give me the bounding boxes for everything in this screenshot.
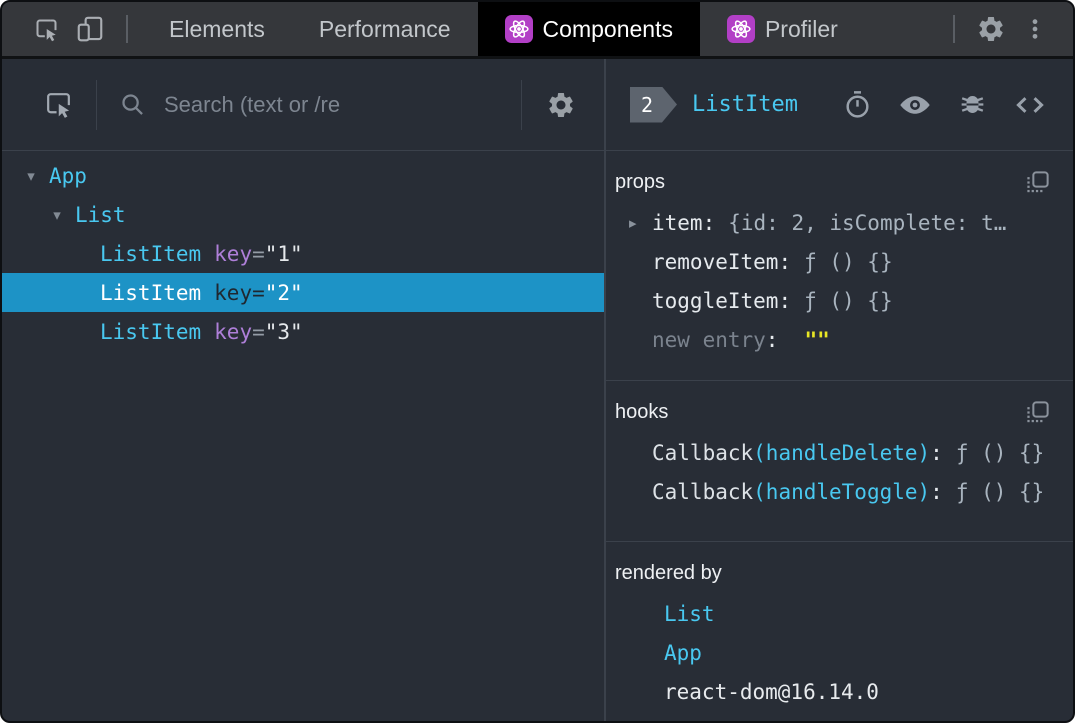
search-icon xyxy=(119,91,146,118)
key-attribute: key="3" xyxy=(214,319,303,344)
owner-link-list[interactable]: List xyxy=(615,594,1059,633)
prop-row-new-entry[interactable]: new entry: "" xyxy=(615,320,1059,359)
tree-row-listitem-2-selected[interactable]: ListItem key="2" xyxy=(2,273,604,312)
react-icon xyxy=(726,15,755,43)
props-title: props xyxy=(615,170,666,193)
hooks-title: hooks xyxy=(615,400,669,423)
bug-icon xyxy=(957,89,988,120)
prop-value: {id: 2, isComplete: t… xyxy=(728,210,1007,235)
details-actions xyxy=(842,88,1047,122)
hook-row-handletoggle: Callback (handleToggle): ƒ () {} xyxy=(652,479,1045,504)
key-attribute: key="2" xyxy=(214,280,303,305)
rendered-by-section: rendered by List App react-dom@16.14.0 xyxy=(606,542,1073,721)
settings-button[interactable] xyxy=(969,2,1013,56)
owner-link-app[interactable]: App xyxy=(615,633,1059,672)
tree-row-app[interactable]: ▾ App xyxy=(2,156,604,195)
copy-icon xyxy=(1024,169,1051,196)
prop-row-item[interactable]: ▸ item: {id: 2, isComplete: t… xyxy=(615,203,1059,242)
components-panel: ▾ App ▾ List ListItem key="1" ListItem k… xyxy=(2,59,1073,721)
component-tree: ▾ App ▾ List ListItem key="1" ListItem k… xyxy=(2,151,604,721)
device-toolbar-button[interactable] xyxy=(68,2,112,56)
tree-pane: ▾ App ▾ List ListItem key="1" ListItem k… xyxy=(2,59,606,721)
rendered-by-title: rendered by xyxy=(615,561,722,584)
eye-icon xyxy=(898,88,932,122)
toolbar-divider xyxy=(521,79,522,130)
tabbar-divider xyxy=(126,15,128,43)
inspect-cursor-icon xyxy=(33,16,60,43)
log-to-console-button[interactable] xyxy=(957,89,988,120)
key-attribute: key="1" xyxy=(214,241,303,266)
hook-value: ƒ () {} xyxy=(955,479,1045,504)
expand-arrow-icon[interactable]: ▸ xyxy=(629,214,652,232)
devtools-window: Elements Performance Components Profiler… xyxy=(0,0,1075,723)
component-name: ListItem xyxy=(100,241,202,266)
tab-performance[interactable]: Performance xyxy=(292,2,478,56)
suspend-toggle-button[interactable] xyxy=(842,89,873,120)
expand-arrow-icon[interactable]: ▾ xyxy=(50,206,64,224)
component-name: App xyxy=(49,163,87,188)
component-name: ListItem xyxy=(100,319,202,344)
tabbar-icon-group xyxy=(2,2,142,56)
inspect-cursor-icon xyxy=(43,89,74,120)
copy-props-button[interactable] xyxy=(1024,169,1051,196)
code-brackets-icon xyxy=(1013,88,1047,122)
react-icon xyxy=(504,15,533,43)
tab-label: Elements xyxy=(169,15,265,42)
inspect-element-button[interactable] xyxy=(24,2,68,56)
more-options-button[interactable] xyxy=(1013,2,1057,56)
component-name: List xyxy=(75,202,126,227)
tree-toolbar xyxy=(2,59,604,151)
component-name: ListItem xyxy=(100,280,202,305)
search-box xyxy=(97,90,521,119)
view-source-button[interactable] xyxy=(1013,88,1047,122)
tree-row-listitem-3[interactable]: ListItem key="3" xyxy=(2,312,604,351)
props-section: props ▸ item: {id: 2, isComplete: t… re… xyxy=(606,151,1073,381)
tabbar-right-group xyxy=(939,2,1073,56)
device-toolbar-icon xyxy=(75,14,105,44)
stopwatch-icon xyxy=(842,89,873,120)
prop-row-removeitem: removeItem: ƒ () {} xyxy=(652,249,893,274)
hook-value: ƒ () {} xyxy=(955,440,1045,465)
new-entry-value-input[interactable]: "" xyxy=(804,328,829,352)
tab-label: Performance xyxy=(318,15,451,42)
copy-icon xyxy=(1024,399,1051,426)
copy-hooks-button[interactable] xyxy=(1024,399,1051,426)
selected-component-name: ListItem xyxy=(692,92,798,117)
devtools-tabbar: Elements Performance Components Profiler xyxy=(2,2,1073,59)
search-input[interactable] xyxy=(162,90,521,119)
gear-icon xyxy=(546,90,576,120)
gear-icon xyxy=(976,14,1006,44)
renderer-version: react-dom@16.14.0 xyxy=(664,679,879,704)
tab-profiler[interactable]: Profiler xyxy=(700,2,865,56)
tab-components[interactable]: Components xyxy=(477,2,700,56)
select-element-button[interactable] xyxy=(32,59,84,150)
prop-value: ƒ () {} xyxy=(804,249,893,274)
tree-row-listitem-1[interactable]: ListItem key="1" xyxy=(2,234,604,273)
tree-settings-button[interactable] xyxy=(546,90,576,120)
hook-row-handledelete: Callback (handleDelete): ƒ () {} xyxy=(652,440,1045,465)
hooks-section: hooks Callback (handleDelete): ƒ () {} … xyxy=(606,381,1073,542)
kebab-menu-icon xyxy=(1022,16,1048,42)
owners-stack-badge[interactable]: 2 xyxy=(630,86,677,123)
tab-elements[interactable]: Elements xyxy=(142,2,292,56)
tabbar-divider xyxy=(953,15,955,43)
tree-row-list[interactable]: ▾ List xyxy=(2,195,604,234)
details-header: 2 ListItem xyxy=(606,59,1073,151)
tab-label: Components xyxy=(542,15,673,42)
expand-arrow-icon[interactable]: ▾ xyxy=(24,167,38,185)
details-pane: 2 ListItem props ▸ item: {id: 2, isComp… xyxy=(606,59,1073,721)
prop-row-toggleitem: toggleItem: ƒ () {} xyxy=(652,288,893,313)
inspect-dom-button[interactable] xyxy=(898,88,932,122)
prop-value: ƒ () {} xyxy=(804,288,893,313)
tab-label: Profiler xyxy=(764,15,838,42)
